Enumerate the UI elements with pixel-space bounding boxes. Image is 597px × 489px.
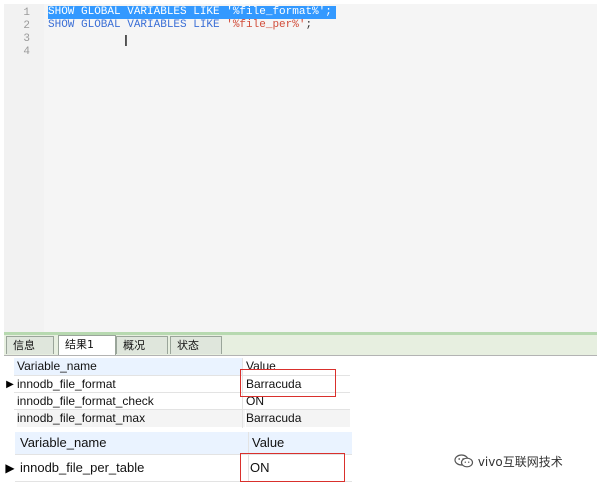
code-area[interactable]: SHOW GLOBAL VARIABLES LIKE '%file_format… [44, 4, 597, 332]
sql-keywords: SHOW GLOBAL VARIABLES LIKE [48, 6, 227, 18]
current-row-indicator-icon: ▶ [5, 461, 15, 475]
highlight-box-on [240, 453, 345, 482]
line-number: 1 [23, 7, 30, 19]
mysql-client-window: 1 2 3 4 SHOW GLOBAL VARIABLES LIKE '%fil… [0, 0, 597, 489]
result-grid-2[interactable]: Variable_name Value ▶ innodb_file_per_ta… [4, 432, 354, 484]
current-row-indicator-icon: ▶ [6, 379, 14, 390]
code-line-1-selected[interactable]: SHOW GLOBAL VARIABLES LIKE '%file_format… [48, 6, 336, 19]
line-number: 3 [23, 33, 30, 45]
column-header-value[interactable]: Value [248, 432, 352, 454]
highlight-box-barracuda [240, 369, 336, 397]
tab-info[interactable]: 信息 [6, 336, 54, 354]
tab-profile[interactable]: 概况 [116, 336, 168, 354]
code-line-2[interactable]: SHOW GLOBAL VARIABLES LIKE '%file_per%'; [48, 19, 312, 32]
cell-variable-name[interactable]: innodb_file_format_max [17, 410, 245, 427]
tab-result1[interactable]: 结果1 [58, 335, 116, 355]
text-cursor-icon: I [123, 32, 129, 50]
column-header-variable-name[interactable]: Variable_name [15, 432, 248, 454]
result-tabbar: 信息 结果1 概况 状态 [4, 335, 597, 356]
sql-editor[interactable]: 1 2 3 4 SHOW GLOBAL VARIABLES LIKE '%fil… [4, 4, 597, 332]
line-number: 2 [23, 20, 30, 32]
line-number: 4 [23, 46, 30, 58]
watermark-text: vivo互联网技术 [477, 455, 563, 469]
row-separator [14, 409, 350, 410]
sql-string: '%file_format%' [226, 6, 326, 18]
column-header-variable-name[interactable]: Variable_name [14, 358, 242, 375]
cell-variable-name[interactable]: innodb_file_format_check [17, 393, 245, 410]
tab-status[interactable]: 状态 [170, 336, 222, 354]
cell-value[interactable]: Barracuda [246, 410, 350, 427]
watermark: vivo互联网技术 [454, 453, 563, 471]
sql-keywords: SHOW GLOBAL VARIABLES LIKE [48, 19, 227, 31]
cell-variable-name[interactable]: innodb_file_format [17, 376, 245, 393]
wechat-icon [454, 454, 474, 468]
sql-terminator: ; [325, 6, 332, 18]
cell-variable-name[interactable]: innodb_file_per_table [20, 458, 248, 478]
sql-string: '%file_per%' [226, 19, 306, 31]
sql-terminator: ; [305, 19, 313, 31]
result-grid-1[interactable]: Variable_name Value ▶ innodb_file_format… [4, 358, 350, 428]
line-number-gutter: 1 2 3 4 [4, 4, 44, 332]
